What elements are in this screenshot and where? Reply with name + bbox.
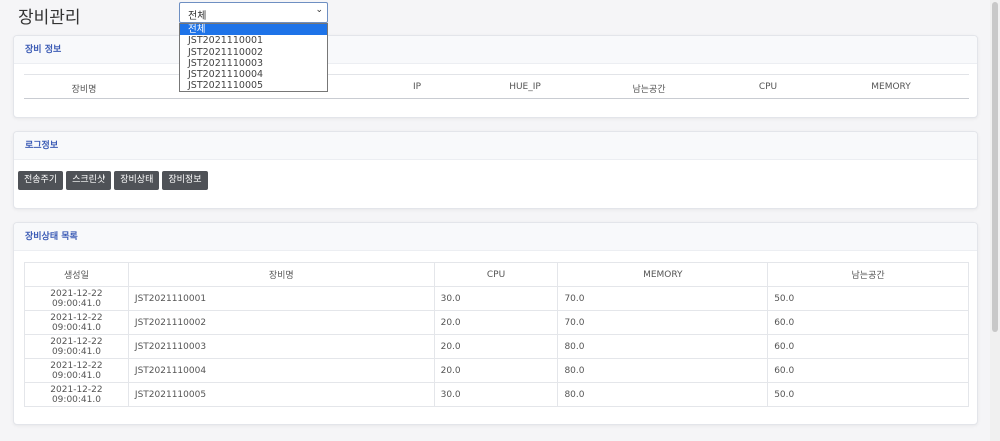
- table-cell: 30.0: [433, 286, 559, 311]
- page-scrollbar[interactable]: [990, 0, 1000, 441]
- table-cell: 20.0: [433, 310, 559, 335]
- device-status-button[interactable]: 장비상태: [114, 171, 160, 190]
- scrollbar-thumb[interactable]: [992, 2, 998, 332]
- panel-title: 장비 정보: [14, 36, 977, 64]
- table-cell: 60.0: [767, 358, 969, 383]
- column-header: 장비명: [71, 85, 97, 95]
- table-row[interactable]: 2021-12-22 09:00:41.0 JST2021110001 30.0…: [24, 286, 969, 311]
- table-cell: 2021-12-22 09:00:41.0: [24, 286, 129, 311]
- device-info-button[interactable]: 장비정보: [162, 171, 208, 190]
- table-cell: 30.0: [433, 382, 559, 407]
- table-cell: 50.0: [767, 286, 969, 311]
- log-info-panel: 로그정보 전송주기 스크린샷 장비상태 장비정보: [13, 131, 978, 209]
- device-info-panel: 장비 정보 장비명 IP HUE_IP 남는공간 CPU MEMORY: [13, 35, 978, 118]
- table-cell: 70.0: [557, 310, 769, 335]
- column-header: IP: [412, 82, 422, 92]
- table-cell: 2021-12-22 09:00:41.0: [24, 382, 129, 407]
- column-header: 남는공간: [632, 85, 666, 95]
- table-cell: 20.0: [433, 334, 559, 359]
- dropdown-option[interactable]: JST2021110005: [180, 80, 327, 91]
- table-cell: 80.0: [557, 382, 769, 407]
- send-interval-button[interactable]: 전송주기: [18, 171, 64, 190]
- column-header: MEMORY: [557, 262, 769, 287]
- device-select-value: 전체: [188, 11, 207, 22]
- column-header: CPU: [758, 82, 778, 92]
- column-header: 남는공간: [767, 262, 969, 287]
- table-row[interactable]: 2021-12-22 09:00:41.0 JST2021110003 20.0…: [24, 334, 969, 359]
- column-header: 생성일: [24, 262, 129, 287]
- dropdown-option[interactable]: 전체: [180, 24, 327, 36]
- status-list-panel: 장비상태 목록 생성일 장비명 CPU MEMORY 남는공간 2021-12-…: [13, 222, 978, 425]
- table-row[interactable]: 2021-12-22 09:00:41.0 JST2021110002 20.0…: [24, 310, 969, 335]
- table-cell: 60.0: [767, 334, 969, 359]
- table-cell: JST2021110003: [127, 334, 435, 359]
- device-select[interactable]: 전체 ⌄: [179, 2, 328, 23]
- page-title: 장비관리: [18, 8, 81, 28]
- table-cell: 80.0: [557, 334, 769, 359]
- table-cell: 2021-12-22 09:00:41.0: [24, 310, 129, 335]
- panel-title: 로그정보: [14, 132, 977, 160]
- panel-title: 장비상태 목록: [14, 223, 977, 251]
- log-button-group: 전송주기 스크린샷 장비상태 장비정보: [18, 171, 208, 190]
- device-info-table: 장비명 IP HUE_IP 남는공간 CPU MEMORY: [24, 74, 969, 99]
- table-cell: 2021-12-22 09:00:41.0: [24, 334, 129, 359]
- table-cell: JST2021110002: [127, 310, 435, 335]
- table-row[interactable]: 2021-12-22 09:00:41.0 JST2021110005 30.0…: [24, 382, 969, 407]
- table-cell: JST2021110001: [127, 286, 435, 311]
- table-cell: 80.0: [557, 358, 769, 383]
- dropdown-option[interactable]: JST2021110004: [180, 69, 327, 80]
- table-header-row: 생성일 장비명 CPU MEMORY 남는공간: [24, 262, 969, 287]
- table-row[interactable]: 2021-12-22 09:00:41.0 JST2021110004 20.0…: [24, 358, 969, 383]
- dropdown-option[interactable]: JST2021110001: [180, 35, 327, 46]
- table-cell: 50.0: [767, 382, 969, 407]
- column-header: HUE_IP: [509, 82, 541, 92]
- table-cell: JST2021110005: [127, 382, 435, 407]
- screenshot-button[interactable]: 스크린샷: [66, 171, 112, 190]
- column-header: 장비명: [127, 262, 435, 287]
- status-table: 생성일 장비명 CPU MEMORY 남는공간 2021-12-22 09:00…: [24, 262, 969, 407]
- device-select-dropdown: 전체 JST2021110001 JST2021110002 JST202111…: [179, 23, 328, 92]
- table-cell: 60.0: [767, 310, 969, 335]
- table-cell: JST2021110004: [127, 358, 435, 383]
- dropdown-option[interactable]: JST2021110003: [180, 58, 327, 69]
- table-cell: 2021-12-22 09:00:41.0: [24, 358, 129, 383]
- dropdown-option[interactable]: JST2021110002: [180, 47, 327, 58]
- column-header: CPU: [433, 262, 559, 287]
- column-header: MEMORY: [871, 82, 911, 92]
- table-cell: 20.0: [433, 358, 559, 383]
- table-cell: 70.0: [557, 286, 769, 311]
- chevron-down-icon: ⌄: [315, 5, 323, 15]
